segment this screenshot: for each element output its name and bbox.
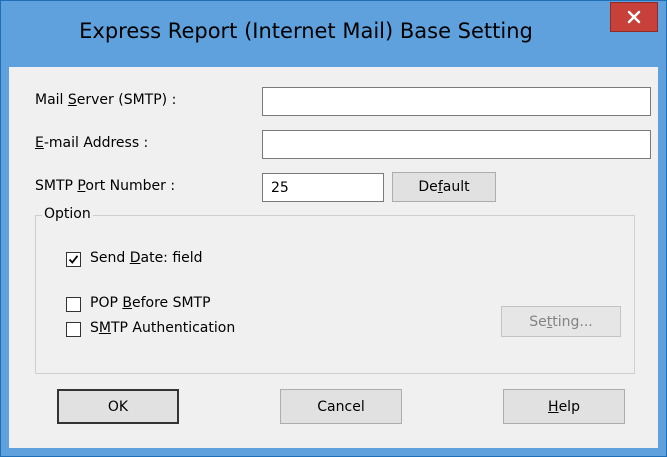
- pop-before-smtp-label[interactable]: POP Before SMTP: [90, 295, 211, 311]
- smtp-authentication-checkbox[interactable]: [66, 322, 81, 337]
- smtp-port-input[interactable]: [262, 173, 384, 202]
- smtp-port-label: SMTP Port Number :: [35, 178, 176, 194]
- mail-server-input[interactable]: [262, 87, 651, 116]
- dialog-client-area: Mail Server (SMTP) : E-mail Address : SM…: [9, 67, 658, 448]
- cancel-button[interactable]: Cancel: [280, 389, 402, 424]
- checkmark-icon: [68, 255, 79, 264]
- default-port-button[interactable]: De f ault: [392, 172, 496, 202]
- mail-server-label: Mail Server (SMTP) :: [35, 92, 177, 108]
- pop-before-smtp-checkbox[interactable]: [66, 297, 81, 312]
- email-address-input[interactable]: [262, 130, 651, 159]
- email-address-label: E-mail Address :: [35, 135, 149, 151]
- send-date-label[interactable]: Send Date: field: [90, 250, 203, 266]
- setting-button[interactable]: Se t ting...: [501, 306, 621, 337]
- ok-button[interactable]: OK: [57, 389, 179, 424]
- title-bar[interactable]: Express Report (Internet Mail) Base Sett…: [1, 1, 666, 67]
- option-groupbox: Option Send Date: field POP Before SMTP …: [35, 206, 635, 374]
- send-date-checkbox[interactable]: [66, 252, 81, 267]
- option-group-legend: Option: [42, 206, 93, 222]
- dialog-window: Express Report (Internet Mail) Base Sett…: [0, 0, 667, 457]
- help-button[interactable]: Help: [503, 389, 625, 424]
- smtp-authentication-label[interactable]: SMTP Authentication: [90, 320, 235, 336]
- close-button[interactable]: [610, 2, 658, 32]
- close-icon: [627, 10, 641, 24]
- dialog-title: Express Report (Internet Mail) Base Sett…: [79, 19, 533, 43]
